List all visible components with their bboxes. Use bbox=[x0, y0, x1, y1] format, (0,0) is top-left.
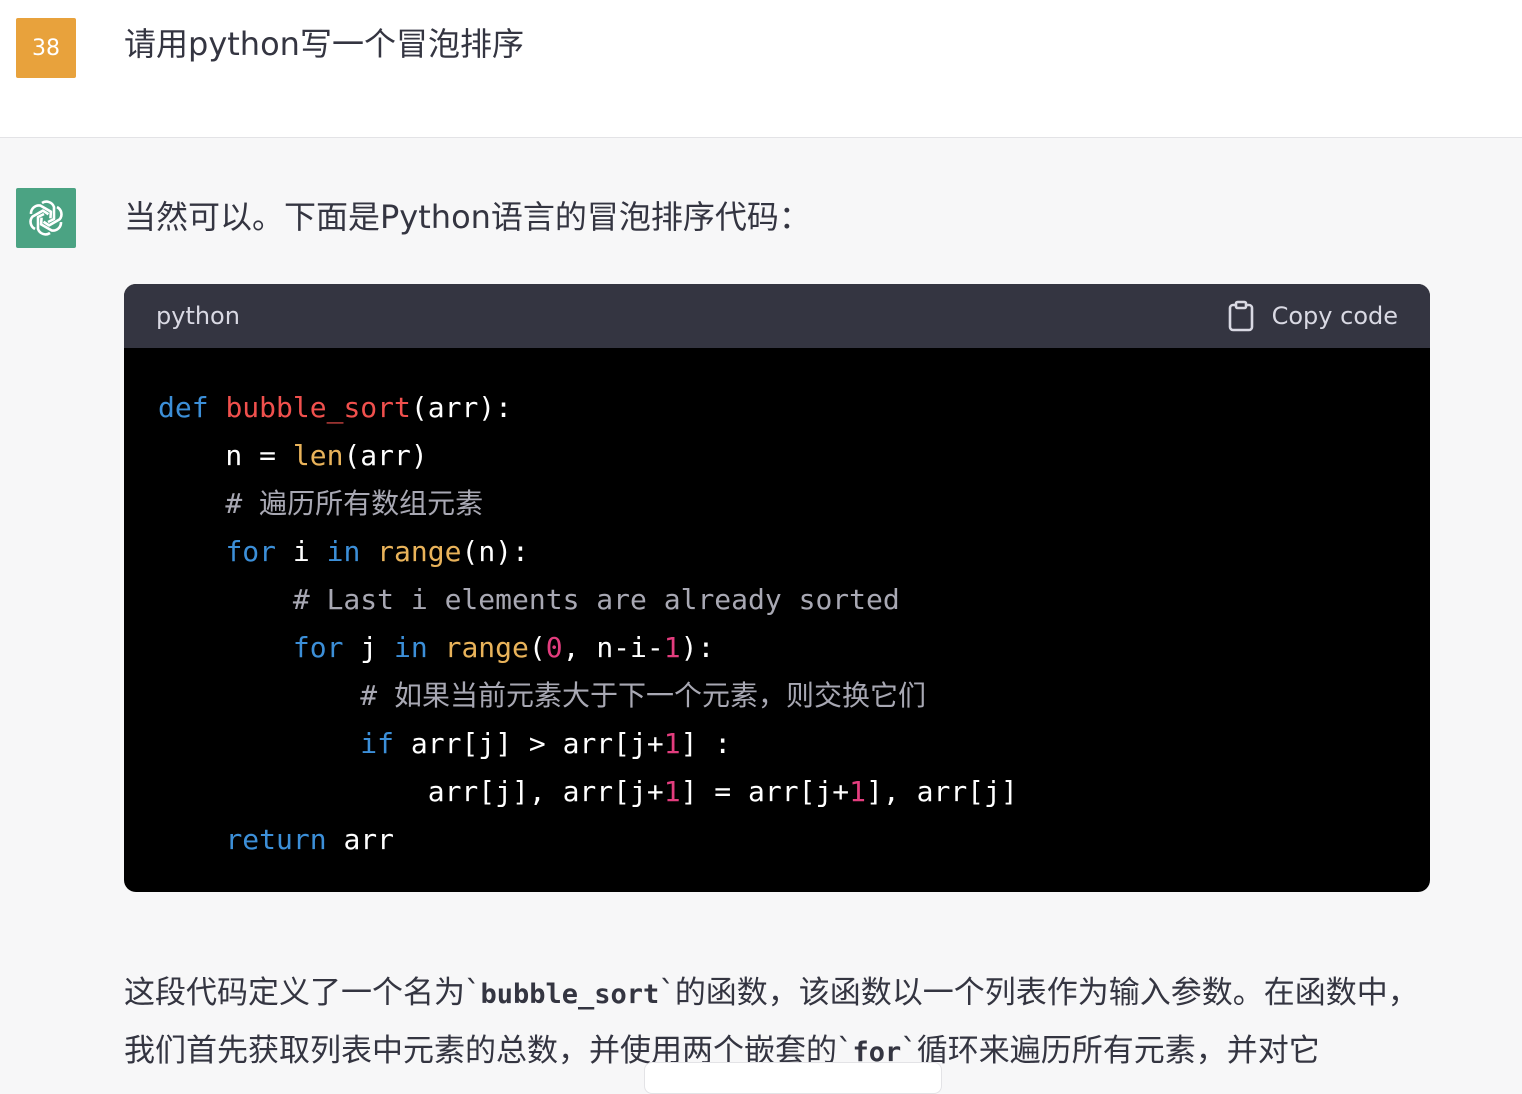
code-token: , n-i- bbox=[562, 631, 664, 664]
code-token: ] = arr[j+ bbox=[680, 775, 850, 808]
code-token: ( bbox=[528, 631, 546, 664]
code-token: 1 bbox=[849, 775, 867, 808]
code-token: in bbox=[394, 631, 428, 664]
user-message-text: 请用python写一个冒泡排序 bbox=[124, 25, 524, 63]
code-token: def bbox=[158, 391, 209, 424]
code-token: if bbox=[360, 727, 395, 760]
code-language-label: python bbox=[156, 302, 240, 330]
code-token: arr[j] > arr[j+ bbox=[394, 727, 664, 760]
code-token: range bbox=[377, 535, 462, 568]
code-line: # Last i elements are already sorted bbox=[158, 576, 1396, 624]
code-line: return arr bbox=[158, 816, 1396, 864]
user-message-row: 38 请用python写一个冒泡排序 bbox=[0, 0, 1522, 138]
assistant-message-row: 当然可以。下面是Python语言的冒泡排序代码： python Copy cod… bbox=[0, 139, 1522, 1076]
code-token: j bbox=[343, 631, 395, 664]
code-token: i bbox=[276, 535, 327, 568]
code-line: arr[j], arr[j+1] = arr[j+1], arr[j] bbox=[158, 768, 1396, 816]
assistant-intro-text: 当然可以。下面是Python语言的冒泡排序代码： bbox=[124, 198, 811, 236]
paragraph-text: 这段代码定义了一个名为` bbox=[124, 975, 481, 1011]
clipboard-icon bbox=[1228, 300, 1253, 332]
code-line: # 遍历所有数组元素 bbox=[158, 480, 1396, 528]
scroll-to-bottom-button[interactable] bbox=[644, 1062, 942, 1094]
code-token: # Last i elements are already sorted bbox=[158, 583, 900, 616]
openai-logo-icon bbox=[16, 188, 76, 248]
code-block: python Copy code def bubble_sort(arr): n… bbox=[124, 284, 1430, 892]
code-token: range bbox=[444, 631, 529, 664]
code-line: # 如果当前元素大于下一个元素，则交换它们 bbox=[158, 672, 1396, 720]
code-token: (arr): bbox=[410, 391, 513, 424]
code-line: def bubble_sort(arr): bbox=[158, 384, 1396, 432]
code-line: n = len(arr) bbox=[158, 432, 1396, 480]
code-token: arr bbox=[326, 823, 395, 856]
copy-code-label: Copy code bbox=[1271, 302, 1398, 330]
code-line: for i in range(n): bbox=[158, 528, 1396, 576]
user-avatar: 38 bbox=[16, 18, 76, 78]
code-token: bubble_sort bbox=[225, 391, 411, 424]
code-token: ], arr[j] bbox=[866, 775, 1018, 808]
code-token: 0 bbox=[545, 631, 563, 664]
code-token: ] : bbox=[680, 727, 732, 760]
code-token: len bbox=[292, 439, 344, 472]
code-content: def bubble_sort(arr): n = len(arr) # 遍历所… bbox=[124, 348, 1430, 864]
code-line: for j in range(0, n-i-1): bbox=[158, 624, 1396, 672]
code-token: in bbox=[326, 535, 361, 568]
code-token: return bbox=[225, 823, 327, 856]
code-token: for bbox=[225, 535, 277, 568]
code-line: if arr[j] > arr[j+1] : bbox=[158, 720, 1396, 768]
copy-code-button[interactable]: Copy code bbox=[1228, 284, 1398, 348]
code-block-header: python Copy code bbox=[124, 284, 1430, 348]
code-token: # 如果当前元素大于下一个元素，则交换它们 bbox=[158, 679, 927, 712]
paragraph-text: `循环来遍历所有元素，并对它 bbox=[901, 1033, 1320, 1069]
code-token: 1 bbox=[663, 631, 681, 664]
code-token: n = bbox=[158, 439, 293, 472]
code-token: ): bbox=[680, 631, 715, 664]
code-token: (arr) bbox=[343, 439, 428, 472]
code-token: # 遍历所有数组元素 bbox=[158, 487, 484, 520]
code-token: arr[j], arr[j+ bbox=[158, 775, 664, 808]
code-token: 1 bbox=[663, 775, 681, 808]
code-token: (n): bbox=[461, 535, 529, 568]
code-token: for bbox=[292, 631, 344, 664]
inline-code: bubble_sort bbox=[480, 979, 660, 1010]
code-token: 1 bbox=[663, 727, 681, 760]
